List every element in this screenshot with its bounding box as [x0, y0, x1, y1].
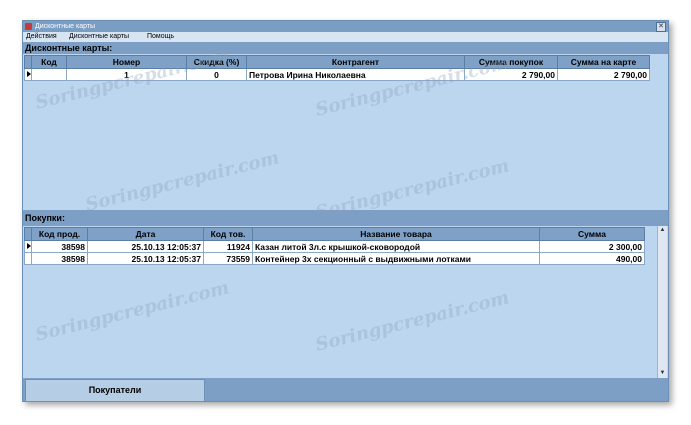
title-bar: Дисконтные карты ✕: [23, 21, 668, 32]
table-row[interactable]: 38598 25.10.13 12:05:37 73559 Контейнер …: [24, 252, 645, 265]
purchases-table: Код прод. Дата Код тов. Название товара …: [24, 227, 645, 265]
scroll-down-icon[interactable]: ▼: [659, 370, 666, 377]
purchases-grid: Код прод. Дата Код тов. Название товара …: [23, 226, 668, 378]
column-header-purchase-total[interactable]: Сумма покупок: [464, 55, 558, 69]
purchases-section-label: Покупки:: [25, 213, 65, 223]
cell-card-balance[interactable]: 2 790,00: [557, 68, 650, 81]
menu-item-actions[interactable]: Действия: [26, 32, 57, 42]
app-icon: [25, 23, 32, 30]
cell-counterparty[interactable]: Петрова Ирина Николаевна: [246, 68, 465, 81]
cards-section-header: Дисконтные карты:: [23, 42, 668, 54]
column-header-sale-code[interactable]: Код прод.: [31, 227, 88, 241]
cell-code[interactable]: 1: [31, 68, 67, 81]
column-header-number[interactable]: Номер: [66, 55, 187, 69]
purchases-section-header: Покупки:: [23, 210, 668, 226]
tab-customers[interactable]: Покупатели: [25, 379, 205, 401]
column-header-discount[interactable]: Скидка (%): [186, 55, 247, 69]
bottom-tab-bar: Покупатели: [23, 378, 668, 401]
cards-table: Код Номер Скидка (%) Контрагент Сумма по…: [24, 55, 650, 81]
column-header-product-code[interactable]: Код тов.: [203, 227, 253, 241]
scroll-up-icon[interactable]: ▲: [659, 227, 666, 234]
menu-bar: Действия Дисконтные карты Помощь: [23, 32, 668, 42]
column-header-counterparty[interactable]: Контрагент: [246, 55, 465, 69]
cell-product-code[interactable]: 11924: [203, 240, 253, 253]
cell-sale-code[interactable]: 38598: [31, 240, 88, 253]
cell-product-name[interactable]: Контейнер 3х секционный с выдвижными лот…: [252, 252, 540, 265]
cards-grid: Код Номер Скидка (%) Контрагент Сумма по…: [23, 54, 668, 210]
row-selector[interactable]: [24, 252, 32, 265]
close-icon[interactable]: ✕: [656, 22, 666, 32]
menu-item-help[interactable]: Помощь: [147, 32, 174, 42]
cell-number[interactable]: 1: [66, 68, 187, 81]
cell-sale-code[interactable]: 38598: [31, 252, 88, 265]
column-header-card-balance[interactable]: Сумма на карте: [557, 55, 650, 69]
column-header-amount[interactable]: Сумма: [539, 227, 645, 241]
column-header-date[interactable]: Дата: [87, 227, 204, 241]
window-title: Дисконтные карты: [35, 23, 96, 30]
application-window: Дисконтные карты ✕ Действия Дисконтные к…: [22, 20, 669, 402]
row-indicator-header: [24, 55, 32, 69]
cards-section-label: Дисконтные карты:: [25, 43, 113, 53]
cell-product-code[interactable]: 73559: [203, 252, 253, 265]
column-header-code[interactable]: Код: [31, 55, 67, 69]
cell-purchase-total[interactable]: 2 790,00: [464, 68, 558, 81]
cell-amount[interactable]: 2 300,00: [539, 240, 645, 253]
purchases-header-row: Код прод. Дата Код тов. Название товара …: [24, 227, 645, 241]
purchases-scrollbar[interactable]: ▲ ▼: [657, 226, 667, 378]
cards-header-row: Код Номер Скидка (%) Контрагент Сумма по…: [24, 55, 650, 69]
row-selector-icon[interactable]: [24, 240, 32, 253]
menu-item-discount-cards[interactable]: Дисконтные карты: [69, 32, 129, 42]
cell-discount[interactable]: 0: [186, 68, 247, 81]
table-row[interactable]: 1 1 0 Петрова Ирина Николаевна 2 790,00 …: [24, 68, 650, 81]
cell-date[interactable]: 25.10.13 12:05:37: [87, 252, 204, 265]
cell-amount[interactable]: 490,00: [539, 252, 645, 265]
row-indicator-header: [24, 227, 32, 241]
row-selector-icon[interactable]: [24, 68, 32, 81]
cell-date[interactable]: 25.10.13 12:05:37: [87, 240, 204, 253]
column-header-product-name[interactable]: Название товара: [252, 227, 540, 241]
cell-product-name[interactable]: Казан литой 3л.с крышкой-сковородой: [252, 240, 540, 253]
table-row[interactable]: 38598 25.10.13 12:05:37 11924 Казан лито…: [24, 240, 645, 253]
